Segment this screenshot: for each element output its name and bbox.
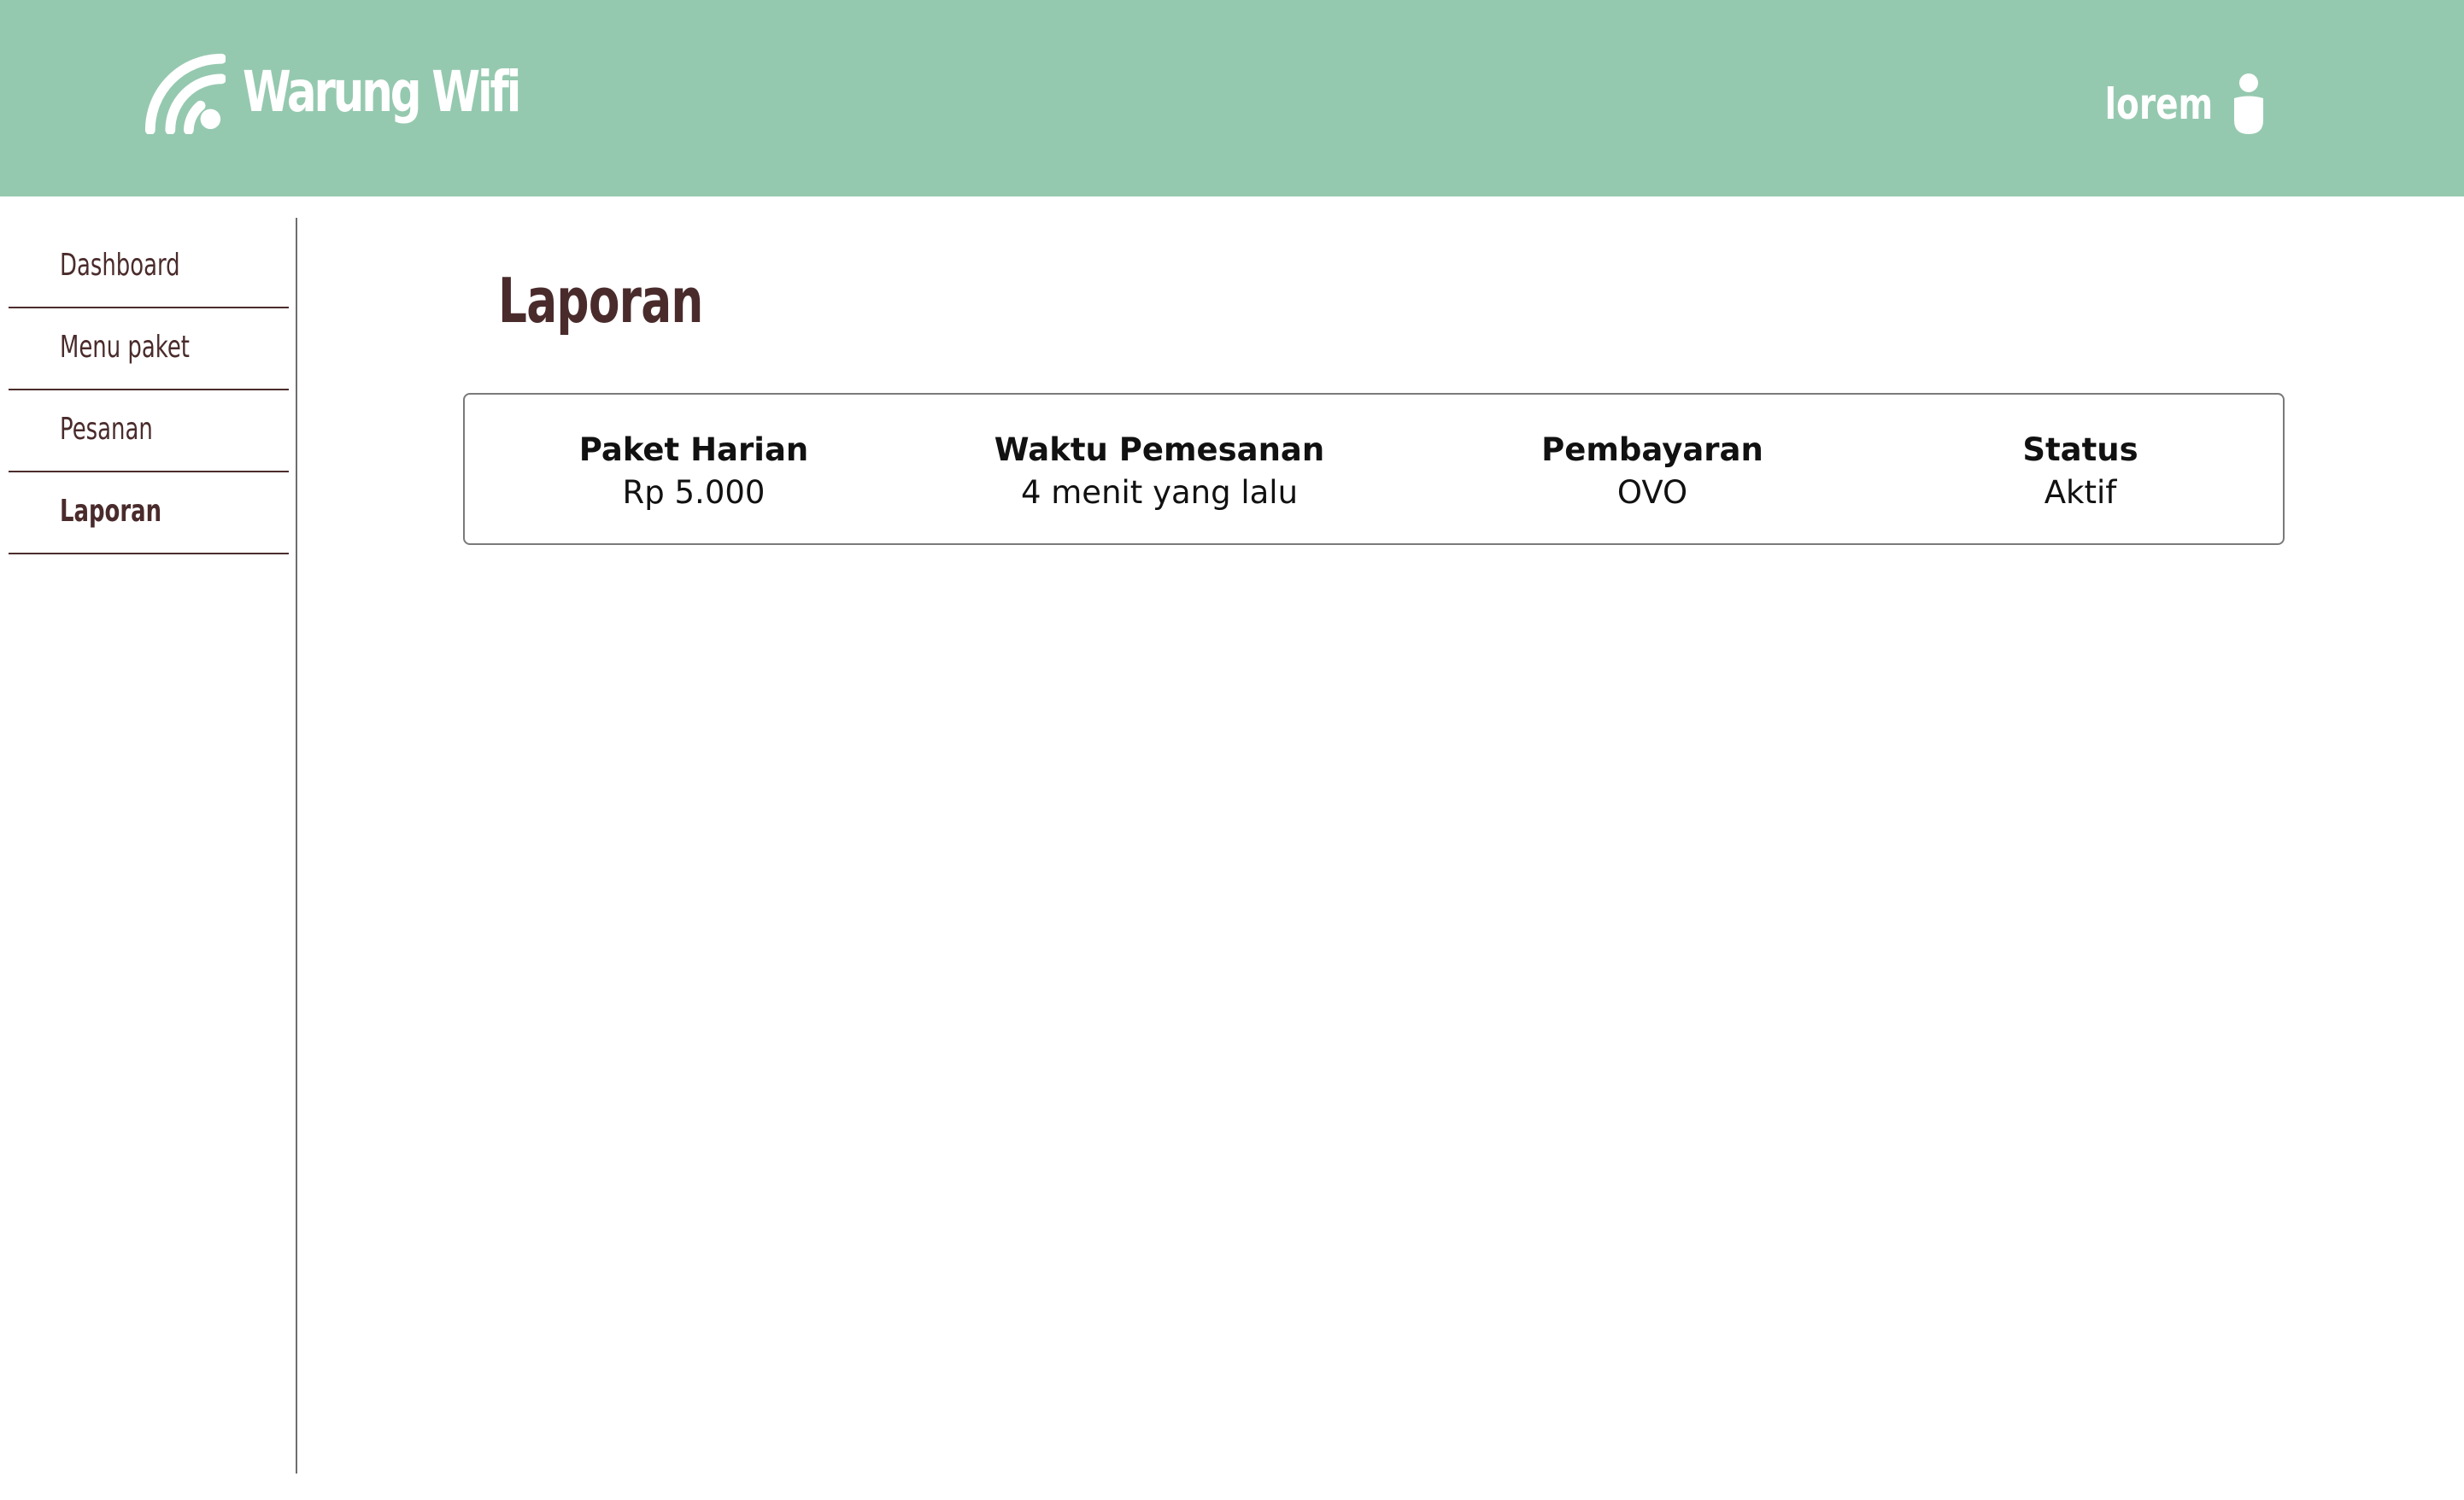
sidebar: Dashboard Menu paket Pesanan Laporan [0, 218, 297, 1474]
report-column-header: Paket Harian [578, 431, 809, 468]
report-column-value: Aktif [2044, 474, 2117, 511]
report-column-value: OVO [1616, 474, 1688, 511]
top-header: Warung Wifi lorem [0, 0, 2464, 196]
report-column-value: 4 menit yang lalu [1020, 474, 1299, 511]
brand-title: Warung Wifi [243, 59, 521, 125]
report-column-header: Status [2022, 431, 2138, 468]
sidebar-item-label: Pesanan [60, 412, 153, 447]
page-title: Laporan [498, 265, 703, 337]
report-column-header: Pembayaran [1541, 431, 1763, 468]
sidebar-item-pesanan[interactable]: Pesanan [9, 390, 289, 472]
user-icon [2234, 73, 2263, 134]
user-name: lorem [2104, 79, 2213, 129]
brand-logo[interactable]: Warung Wifi [142, 50, 597, 135]
report-column-paket: Paket Harian Rp 5.000 [579, 429, 809, 514]
report-column-pembayaran: Pembayaran OVO [1541, 429, 1763, 514]
report-column-status: Status Aktif [2022, 429, 2138, 514]
sidebar-item-laporan[interactable]: Laporan [9, 472, 289, 554]
sidebar-item-dashboard[interactable]: Dashboard [9, 226, 289, 308]
sidebar-item-label: Dashboard [60, 248, 180, 283]
report-column-value: Rp 5.000 [622, 474, 766, 511]
sidebar-item-menu-paket[interactable]: Menu paket [9, 308, 289, 390]
sidebar-item-label: Menu paket [60, 330, 190, 365]
sidebar-item-label: Laporan [60, 494, 162, 529]
user-menu[interactable]: lorem [2074, 72, 2266, 137]
wifi-icon [144, 53, 226, 134]
report-column-header: Waktu Pemesanan [994, 431, 1325, 468]
report-column-waktu: Waktu Pemesanan 4 menit yang lalu [994, 429, 1324, 514]
report-card: Paket Harian Rp 5.000 Waktu Pemesanan 4 … [463, 393, 2285, 545]
